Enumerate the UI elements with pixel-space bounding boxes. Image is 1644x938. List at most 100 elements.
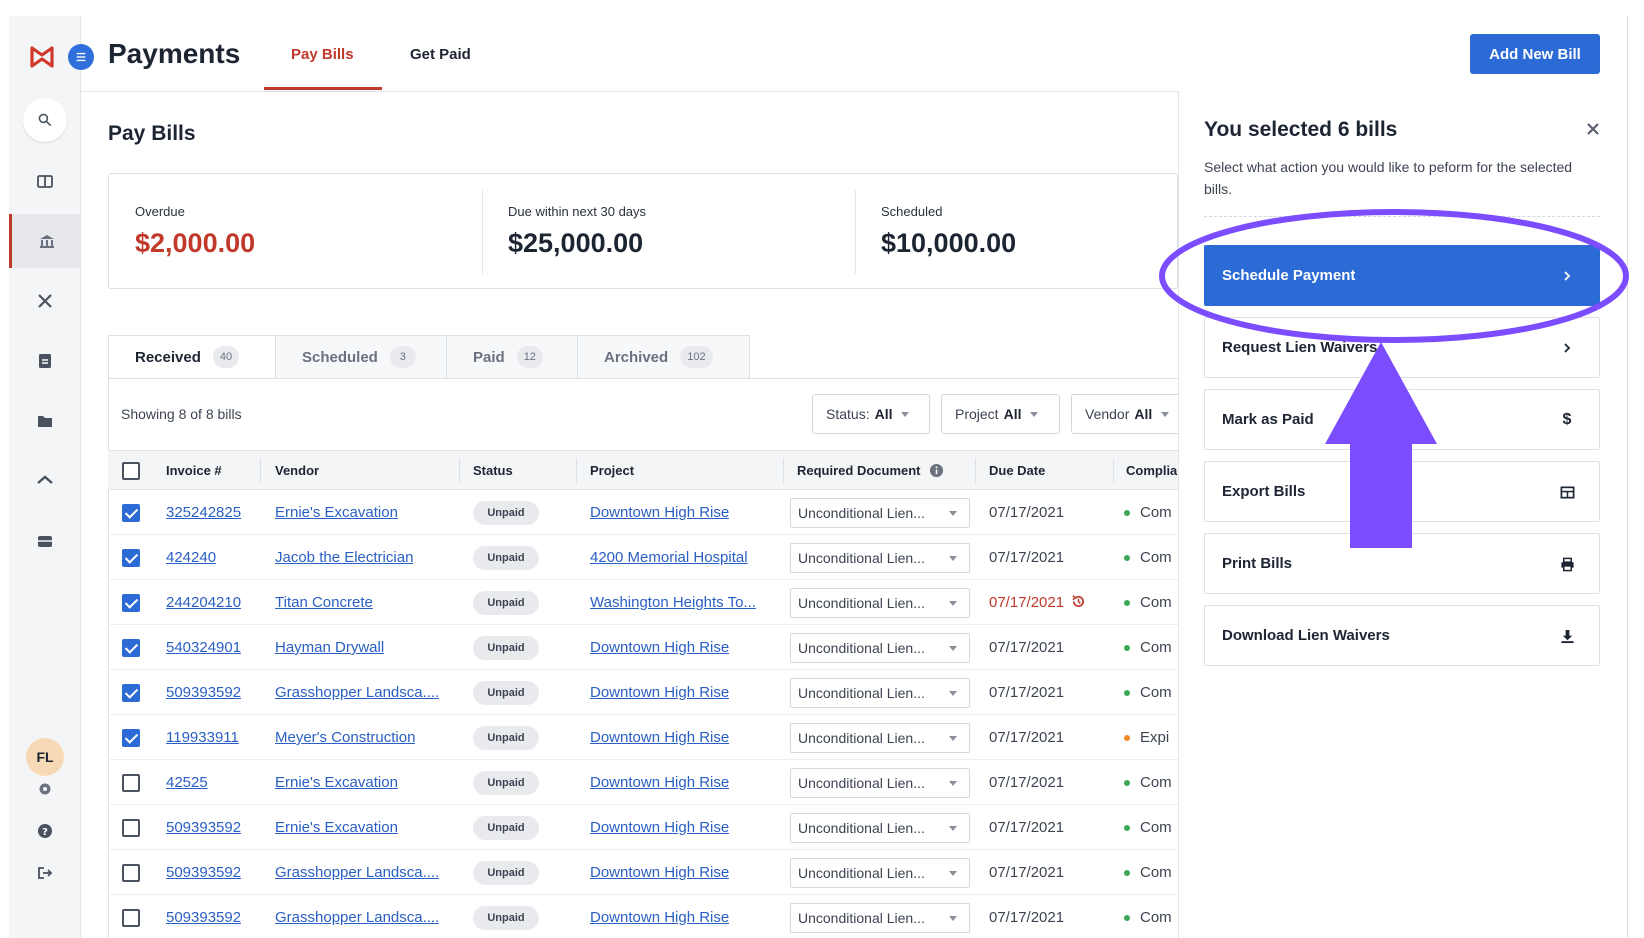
project-link[interactable]: Downtown High Rise xyxy=(590,715,729,760)
invoice-link[interactable]: 509393592 xyxy=(166,895,241,938)
project-link[interactable]: Downtown High Rise xyxy=(590,625,729,670)
table-row[interactable]: 42525 Ernie's Excavation Unpaid Downtown Hi… xyxy=(108,760,1178,805)
tab-get-paid[interactable]: Get Paid xyxy=(410,46,471,63)
invoice-link[interactable]: 424240 xyxy=(166,535,216,580)
vendor-link[interactable]: Grasshopper Landsca.... xyxy=(275,850,439,895)
chevron-right-icon xyxy=(1557,266,1577,286)
project-link[interactable]: 4200 Memorial Hospital xyxy=(590,535,748,580)
project-link[interactable]: Downtown High Rise xyxy=(590,670,729,715)
download-lien-waivers-button[interactable]: Download Lien Waivers xyxy=(1204,605,1600,666)
row-checkbox[interactable] xyxy=(122,504,140,522)
sidebar-item-inbox[interactable] xyxy=(9,514,81,568)
invoice-link[interactable]: 509393592 xyxy=(166,850,241,895)
required-document-select[interactable]: Unconditional Lien... xyxy=(790,858,970,888)
project-filter[interactable]: Project All xyxy=(941,394,1060,434)
vendor-link[interactable]: Hayman Drywall xyxy=(275,625,384,670)
required-document-select[interactable]: Unconditional Lien... xyxy=(790,723,970,753)
vendor-link[interactable]: Ernie's Excavation xyxy=(275,805,398,850)
select-all-checkbox[interactable] xyxy=(122,462,140,480)
vendor-link[interactable]: Grasshopper Landsca.... xyxy=(275,895,439,938)
table-row[interactable]: 509393592 Grasshopper Landsca.... Unpaid Do… xyxy=(108,850,1178,895)
vendor-link[interactable]: Grasshopper Landsca.... xyxy=(275,670,439,715)
sidebar-item-files[interactable] xyxy=(9,394,81,448)
table-row[interactable]: 325242825 Ernie's Excavation Unpaid Downtow… xyxy=(108,490,1178,535)
export-bills-button[interactable]: Export Bills xyxy=(1204,461,1600,522)
row-checkbox[interactable] xyxy=(122,684,140,702)
invoice-link[interactable]: 540324901 xyxy=(166,625,241,670)
tab-archived[interactable]: Archived 102 xyxy=(577,335,750,379)
column-header[interactable]: Project xyxy=(590,451,634,491)
required-document-select[interactable]: Unconditional Lien... xyxy=(790,903,970,933)
status-filter[interactable]: Status: All xyxy=(812,394,930,434)
dollar-icon: $ xyxy=(1562,411,1572,428)
info-icon[interactable] xyxy=(929,463,944,478)
tab-scheduled[interactable]: Scheduled 3 xyxy=(275,335,447,379)
required-document-select[interactable]: Unconditional Lien... xyxy=(790,813,970,843)
add-new-bill-button[interactable]: Add New Bill xyxy=(1470,34,1600,74)
row-checkbox[interactable] xyxy=(122,864,140,882)
required-document-select[interactable]: Unconditional Lien... xyxy=(790,498,970,528)
column-header[interactable]: Vendor xyxy=(275,451,319,491)
sidebar-item-logout[interactable] xyxy=(9,846,81,900)
invoice-link[interactable]: 42525 xyxy=(166,760,208,805)
table-row[interactable]: 509393592 Grasshopper Landsca.... Unpaid Do… xyxy=(108,670,1178,715)
invoice-link[interactable]: 509393592 xyxy=(166,805,241,850)
tab-paid[interactable]: Paid 12 xyxy=(446,335,578,379)
tab-pay-bills[interactable]: Pay Bills xyxy=(291,46,354,63)
project-link[interactable]: Downtown High Rise xyxy=(590,760,729,805)
sidebar-search-button[interactable] xyxy=(23,98,67,142)
sidebar-item-documents[interactable] xyxy=(9,334,81,388)
column-header[interactable]: Due Date xyxy=(989,451,1045,491)
vendor-link[interactable]: Meyer's Construction xyxy=(275,715,415,760)
invoice-link[interactable]: 509393592 xyxy=(166,670,241,715)
required-document-select[interactable]: Unconditional Lien... xyxy=(790,768,970,798)
app-logo-icon[interactable] xyxy=(29,44,55,70)
invoice-link[interactable]: 244204210 xyxy=(166,580,241,625)
table-row[interactable]: 540324901 Hayman Drywall Unpaid Downtown Hi… xyxy=(108,625,1178,670)
sidebar-item-dashboard[interactable] xyxy=(9,154,81,208)
required-document-select[interactable]: Unconditional Lien... xyxy=(790,633,970,663)
column-header[interactable]: Required Document xyxy=(797,451,944,491)
row-checkbox[interactable] xyxy=(122,639,140,657)
sidebar-item-tools[interactable] xyxy=(9,274,81,328)
required-document-select[interactable]: Unconditional Lien... xyxy=(790,678,970,708)
row-checkbox[interactable] xyxy=(122,909,140,927)
row-checkbox[interactable] xyxy=(122,549,140,567)
project-link[interactable]: Downtown High Rise xyxy=(590,805,729,850)
vendor-link[interactable]: Ernie's Excavation xyxy=(275,760,398,805)
column-header[interactable]: Complia xyxy=(1126,451,1178,491)
row-checkbox[interactable] xyxy=(122,774,140,792)
row-checkbox[interactable] xyxy=(122,729,140,747)
table-row[interactable]: 424240 Jacob the Electrician Unpaid 4200 Me… xyxy=(108,535,1178,580)
table-row[interactable]: 509393592 Grasshopper Landsca.... Unpaid Do… xyxy=(108,895,1178,938)
project-link[interactable]: Downtown High Rise xyxy=(590,850,729,895)
vendor-filter[interactable]: Vendor All xyxy=(1071,394,1178,434)
tab-received[interactable]: Received 40 xyxy=(108,335,276,379)
required-document-select[interactable]: Unconditional Lien... xyxy=(790,543,970,573)
vendor-link[interactable]: Titan Concrete xyxy=(275,580,373,625)
row-checkbox[interactable] xyxy=(122,594,140,612)
filter-prefix: Vendor xyxy=(1085,406,1130,422)
table-row[interactable]: 119933911 Meyer's Construction Unpaid Downt… xyxy=(108,715,1178,760)
mark-as-paid-button[interactable]: Mark as Paid $ xyxy=(1204,389,1600,450)
column-header[interactable]: Status xyxy=(473,451,513,491)
vendor-link[interactable]: Ernie's Excavation xyxy=(275,490,398,535)
column-header[interactable]: Invoice # xyxy=(166,451,222,491)
invoice-link[interactable]: 119933911 xyxy=(166,715,239,760)
sidebar-item-payments[interactable] xyxy=(9,214,81,268)
table-row[interactable]: 244204210 Titan Concrete Unpaid Washington … xyxy=(108,580,1178,625)
vendor-link[interactable]: Jacob the Electrician xyxy=(275,535,413,580)
row-checkbox[interactable] xyxy=(122,819,140,837)
print-bills-button[interactable]: Print Bills xyxy=(1204,533,1600,594)
schedule-payment-button[interactable]: Schedule Payment xyxy=(1204,245,1600,306)
project-link[interactable]: Downtown High Rise xyxy=(590,895,729,938)
menu-toggle-button[interactable] xyxy=(68,44,94,70)
project-link[interactable]: Downtown High Rise xyxy=(590,490,729,535)
request-lien-waivers-button[interactable]: Request Lien Waivers xyxy=(1204,317,1600,378)
sidebar-item-home[interactable] xyxy=(9,454,81,508)
required-document-select[interactable]: Unconditional Lien... xyxy=(790,588,970,618)
invoice-link[interactable]: 325242825 xyxy=(166,490,241,535)
table-row[interactable]: 509393592 Ernie's Excavation Unpaid Downtow… xyxy=(108,805,1178,850)
project-link[interactable]: Washington Heights To... xyxy=(590,580,756,625)
close-panel-button[interactable] xyxy=(1582,118,1604,140)
